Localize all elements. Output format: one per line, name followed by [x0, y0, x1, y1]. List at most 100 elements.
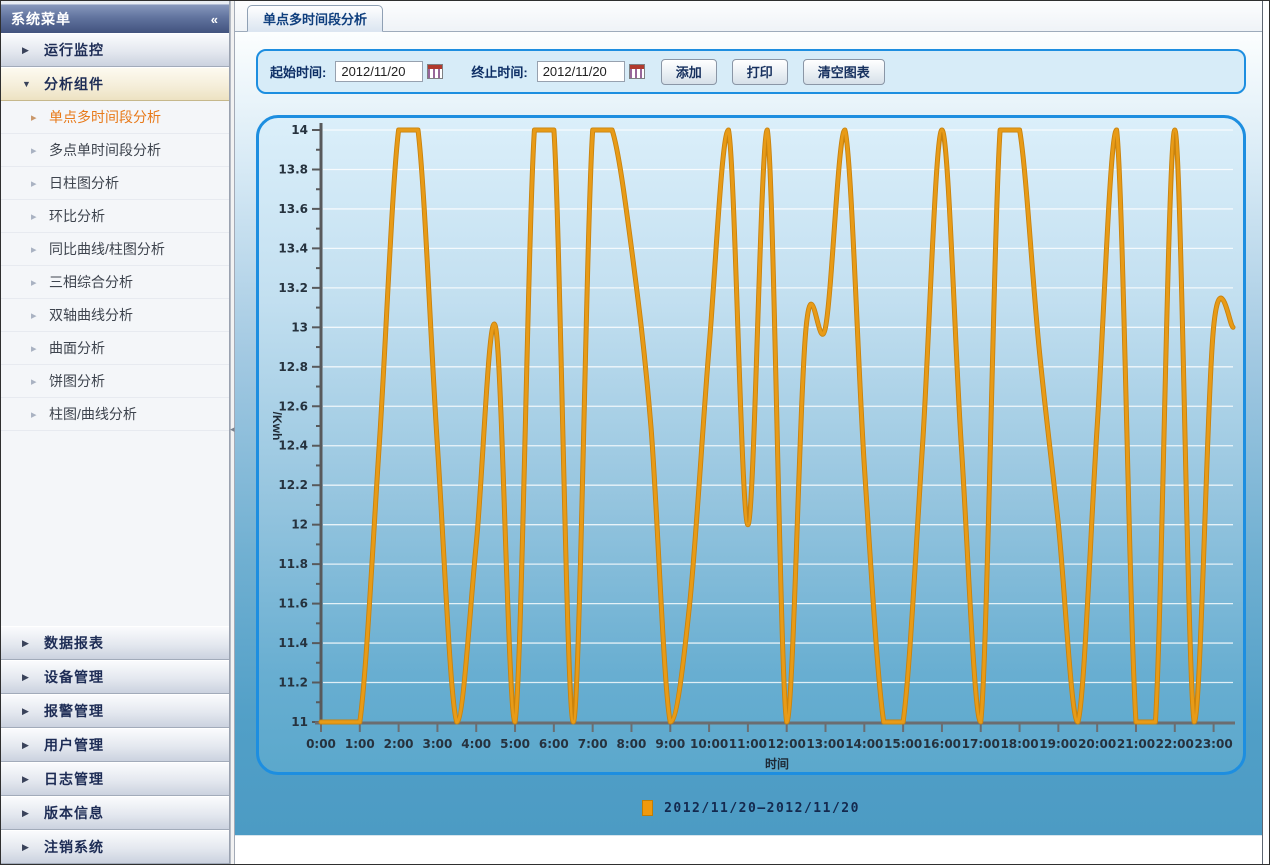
tab-bar: 单点多时间段分析 [235, 1, 1262, 32]
main-panel: 起始时间: 终止时间: 添加打印清空图表 1111.211.411.611.81… [235, 32, 1262, 835]
y-tick-label: 11 [291, 715, 308, 729]
triangle-down-icon: ▼ [22, 79, 32, 89]
sidebar-item-label: 同比曲线/柱图分析 [49, 239, 165, 259]
x-tick-label: 14:00 [845, 737, 883, 751]
sidebar: 系统菜单 « ▶运行监控▼分析组件▸单点多时间段分析▸多点单时间段分析▸日柱图分… [1, 1, 230, 864]
triangle-right-icon: ▶ [22, 706, 32, 717]
sidebar-item-1-0[interactable]: ▸ 单点多时间段分析 [1, 101, 229, 134]
sidebar-item-1-1[interactable]: ▸ 多点单时间段分析 [1, 134, 229, 167]
x-tick-label: 23:00 [1194, 737, 1232, 751]
sidebar-item-label: 饼图分析 [49, 371, 105, 391]
x-tick-label: 17:00 [962, 737, 1000, 751]
bottom-strip [235, 835, 1262, 864]
chevron-right-icon: ▸ [31, 210, 40, 223]
chevron-right-icon: ▸ [31, 144, 40, 157]
y-axis-title: /Kwh [270, 412, 284, 441]
query-toolbar: 起始时间: 终止时间: 添加打印清空图表 [256, 49, 1246, 94]
sidebar-item-1-4[interactable]: ▸同比曲线/柱图分析 [1, 233, 229, 266]
start-time-label: 起始时间: [270, 62, 326, 81]
end-time-label: 终止时间: [471, 62, 527, 81]
chart-panel: 1111.211.411.611.81212.212.412.612.81313… [256, 115, 1246, 775]
content-area: 单点多时间段分析 起始时间: 终止时间: 添加打印清空图表 11 11.2 11.4… [235, 1, 1262, 864]
series-line [321, 130, 1233, 722]
x-tick-label: 2:00 [384, 737, 414, 751]
x-tick-label: 8:00 [617, 737, 647, 751]
x-tick-label: 5:00 [500, 737, 530, 751]
y-tick-label: 13.4 [278, 241, 308, 255]
y-tick-label: 13.6 [278, 202, 308, 216]
triangle-right-icon: ▶ [22, 45, 32, 56]
end-time-input[interactable] [537, 61, 625, 82]
sidebar-item-label: 多点单时间段分析 [49, 140, 161, 160]
chevron-right-icon: ▸ [31, 375, 40, 388]
tab-single-point-multi-period[interactable]: 单点多时间段分析 [247, 5, 383, 32]
splitter-collapse-icon[interactable]: ◂ [230, 422, 235, 436]
sidebar-section-bottom-4[interactable]: ▶ 日志管理 [1, 762, 229, 796]
chevron-right-icon: ▸ [31, 408, 40, 421]
collapse-sidebar-icon[interactable]: « [211, 12, 218, 27]
sidebar-spacer [1, 431, 229, 626]
sidebar-item-1-2[interactable]: ▸日柱图分析 [1, 167, 229, 200]
sidebar-section-bottom-0[interactable]: ▶数据报表 [1, 626, 229, 660]
sidebar-section-bottom-5[interactable]: ▶版本信息 [1, 796, 229, 830]
x-tick-label: 9:00 [655, 737, 685, 751]
x-tick-label: 21:00 [1117, 737, 1155, 751]
x-tick-label: 7:00 [578, 737, 608, 751]
x-tick-label: 10:00 [690, 737, 728, 751]
sidebar-item-label: 三相综合分析 [49, 272, 133, 292]
start-calendar-icon[interactable] [427, 64, 443, 79]
triangle-right-icon: ▶ [22, 672, 32, 683]
x-axis-title: 时间 [765, 756, 789, 771]
y-tick-label: 14 [291, 123, 308, 137]
triangle-right-icon: ▶ [22, 638, 32, 649]
sidebar-item-label: 柱图/曲线分析 [49, 404, 137, 424]
x-tick-label: 3:00 [422, 737, 452, 751]
toolbar-buttons: 添加打印清空图表 [661, 59, 885, 85]
sidebar-section-label: 日志管理 [44, 769, 104, 789]
y-tick-label: 12.8 [278, 360, 308, 374]
sidebar-section-top-0[interactable]: ▶运行监控 [1, 33, 229, 67]
clear-chart-button[interactable]: 清空图表 [803, 59, 885, 85]
chevron-right-icon: ▸ [31, 342, 40, 355]
y-tick-label: 11.2 [278, 676, 308, 690]
x-tick-label: 16:00 [923, 737, 961, 751]
sidebar-section-bottom-2[interactable]: ▶报警管理 [1, 694, 229, 728]
sidebar-menu: ▶运行监控▼分析组件▸单点多时间段分析▸多点单时间段分析▸日柱图分析▸环比分析▸… [1, 33, 229, 431]
sidebar-item-1-5[interactable]: ▸三相综合分析 [1, 266, 229, 299]
sidebar-section-bottom-3[interactable]: ▶ 用户管理 [1, 728, 229, 762]
sidebar-item-label: 双轴曲线分析 [49, 305, 133, 325]
add-button[interactable]: 添加 [661, 59, 717, 85]
triangle-right-icon: ▶ [22, 774, 32, 785]
chart-legend: 2012/11/20—2012/11/20 [256, 800, 1246, 816]
print-button[interactable]: 打印 [732, 59, 788, 85]
sidebar-item-1-8[interactable]: ▸ 饼图分析 [1, 365, 229, 398]
sidebar-item-label: 单点多时间段分析 [49, 107, 161, 127]
y-tick-label: 11.6 [278, 597, 308, 611]
legend-swatch [642, 800, 653, 816]
chevron-right-icon: ▸ [31, 111, 40, 124]
sidebar-item-label: 日柱图分析 [49, 173, 119, 193]
sidebar-item-1-7[interactable]: ▸ 曲面分析 [1, 332, 229, 365]
sidebar-item-1-9[interactable]: ▸ 柱图/曲线分析 [1, 398, 229, 431]
y-tick-label: 11.4 [278, 636, 308, 650]
x-tick-label: 12:00 [768, 737, 806, 751]
sidebar-section-bottom-6[interactable]: ▶注销系统 [1, 830, 229, 864]
sidebar-item-label: 曲面分析 [49, 338, 105, 358]
sidebar-bottom-menu: ▶数据报表▶设备管理▶报警管理▶用户管理▶日志管理▶版本信息▶注销系统 [1, 626, 229, 864]
x-tick-label: 15:00 [884, 737, 922, 751]
end-calendar-icon[interactable] [629, 64, 645, 79]
x-tick-label: 13:00 [806, 737, 844, 751]
sidebar-section-bottom-1[interactable]: ▶设备管理 [1, 660, 229, 694]
sidebar-section-label: 用户管理 [44, 735, 104, 755]
start-time-input[interactable] [335, 61, 423, 82]
triangle-right-icon: ▶ [22, 740, 32, 751]
sidebar-section-top-1[interactable]: ▼分析组件 [1, 67, 229, 101]
sidebar-item-1-6[interactable]: ▸双轴曲线分析 [1, 299, 229, 332]
triangle-right-icon: ▶ [22, 808, 32, 819]
y-tick-label: 12.4 [278, 439, 308, 453]
sidebar-subnav: ▸单点多时间段分析▸多点单时间段分析▸日柱图分析▸环比分析▸同比曲线/柱图分析▸… [1, 101, 229, 431]
sidebar-item-1-3[interactable]: ▸环比分析 [1, 200, 229, 233]
y-tick-label: 13.2 [278, 281, 308, 295]
analysis-line-chart: 1111.211.411.611.81212.212.412.612.81313… [259, 118, 1243, 772]
x-tick-label: 11:00 [729, 737, 767, 751]
